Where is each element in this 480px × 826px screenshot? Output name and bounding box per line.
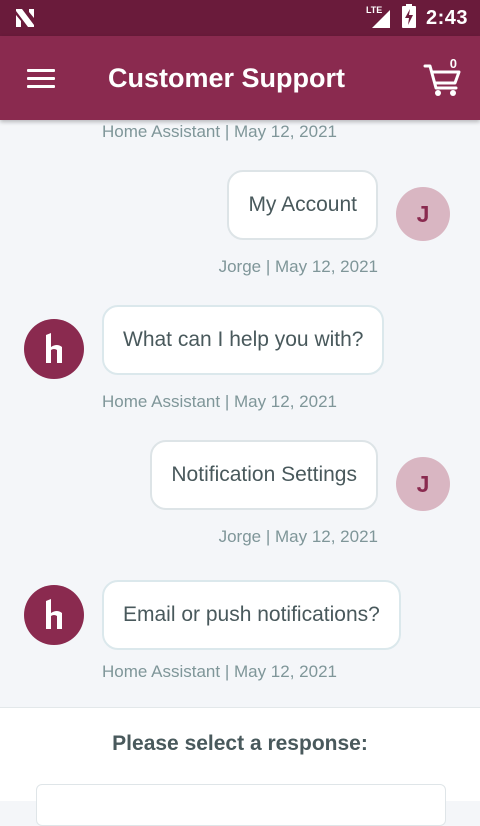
user-message-bubble: My Account (227, 170, 378, 240)
message-meta: Home Assistant | May 12, 2021 (102, 662, 337, 681)
status-bar: LTE 2:43 (0, 0, 480, 36)
cart-count-badge: 0 (449, 56, 457, 71)
user-avatar: J (396, 457, 450, 511)
message-meta: Jorge | May 12, 2021 (218, 527, 378, 546)
menu-icon[interactable] (24, 62, 60, 94)
assistant-message-bubble: What can I help you with? (102, 305, 385, 375)
message-meta: Home Assistant | May 12, 2021 (102, 392, 337, 411)
message-meta: Jorge | May 12, 2021 (218, 257, 378, 276)
signal-icon: LTE (366, 5, 392, 30)
n-logo-icon (14, 7, 36, 34)
assistant-message-bubble: Email or push notifications? (102, 580, 401, 650)
shopping-cart-icon[interactable]: 0 (422, 54, 462, 98)
app-bar: Customer Support 0 (0, 36, 480, 120)
user-message-bubble: Notification Settings (150, 440, 378, 510)
clock: 2:43 (425, 6, 468, 29)
response-option[interactable] (36, 784, 446, 826)
h-logo-icon (24, 319, 84, 379)
response-panel: Please select a response: (0, 707, 480, 826)
battery-charging-icon (401, 3, 416, 33)
h-logo-icon (24, 585, 84, 645)
response-prompt: Please select a response: (112, 732, 368, 755)
user-avatar: J (396, 187, 450, 241)
message-meta: Home Assistant | May 12, 2021 (102, 122, 337, 141)
page-title: Customer Support (108, 63, 346, 93)
chat-thread[interactable]: Home Assistant | May 12, 2021 My Account… (0, 120, 480, 708)
